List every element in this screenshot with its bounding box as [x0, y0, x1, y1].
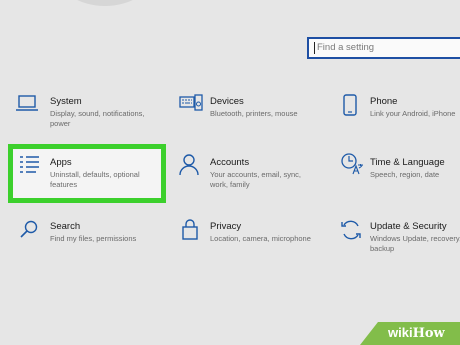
tile-description: Uninstall, defaults, optional features	[50, 170, 140, 189]
tile-description: Your accounts, email, sync, work, family	[210, 170, 302, 189]
search-placeholder: Find a setting	[317, 42, 375, 53]
tile-title: Devices	[210, 96, 244, 107]
tile-phone[interactable]: Phone Link your Android, iPhone	[340, 90, 460, 130]
search-icon	[20, 220, 38, 238]
tile-description: Find my files, permissions	[50, 234, 137, 243]
tile-devices[interactable]: Devices Bluetooth, printers, mouse	[179, 90, 329, 130]
tile-title: Apps	[50, 157, 72, 168]
watermark-how: How	[412, 326, 445, 341]
text-caret	[314, 42, 315, 54]
time-language-icon	[340, 152, 364, 176]
watermark-wiki: wiki	[388, 325, 413, 340]
tile-accounts[interactable]: Accounts Your accounts, email, sync, wor…	[179, 152, 329, 197]
tile-description: Location, camera, microphone	[210, 234, 311, 243]
wikihow-logo: wikiHow	[388, 325, 445, 341]
tile-description: Bluetooth, printers, mouse	[210, 109, 298, 118]
search-input[interactable]: Find a setting	[307, 37, 460, 59]
tile-system[interactable]: System Display, sound, notifications, po…	[16, 90, 166, 130]
tile-time-language[interactable]: Time & Language Speech, region, date	[340, 152, 460, 197]
tile-description: Display, sound, notifications, power	[50, 109, 145, 128]
laptop-icon	[16, 95, 38, 111]
header-avatar-shape	[57, 0, 153, 6]
tile-update-security[interactable]: Update & Security Windows Update, recove…	[340, 217, 460, 262]
tile-title: Accounts	[210, 157, 250, 168]
phone-icon	[343, 94, 357, 116]
keyboard-speaker-icon	[179, 94, 203, 112]
tile-title: Update & Security	[370, 221, 447, 232]
tile-title: Time & Language	[370, 157, 445, 168]
refresh-icon	[340, 219, 362, 241]
tile-title: System	[50, 96, 82, 107]
apps-list-icon	[20, 155, 40, 173]
tile-privacy[interactable]: Privacy Location, camera, microphone	[179, 217, 329, 257]
person-icon	[179, 154, 199, 176]
tile-title: Phone	[370, 96, 398, 107]
tile-apps[interactable]: Apps Uninstall, defaults, optional featu…	[16, 152, 161, 197]
lock-icon	[182, 218, 198, 240]
tile-description: Link your Android, iPhone	[370, 109, 456, 118]
tile-title: Search	[50, 221, 81, 232]
tile-description: Windows Update, recovery, backup	[370, 234, 460, 253]
tile-title: Privacy	[210, 221, 242, 232]
tile-search[interactable]: Search Find my files, permissions	[16, 217, 166, 257]
tile-description: Speech, region, date	[370, 170, 440, 179]
